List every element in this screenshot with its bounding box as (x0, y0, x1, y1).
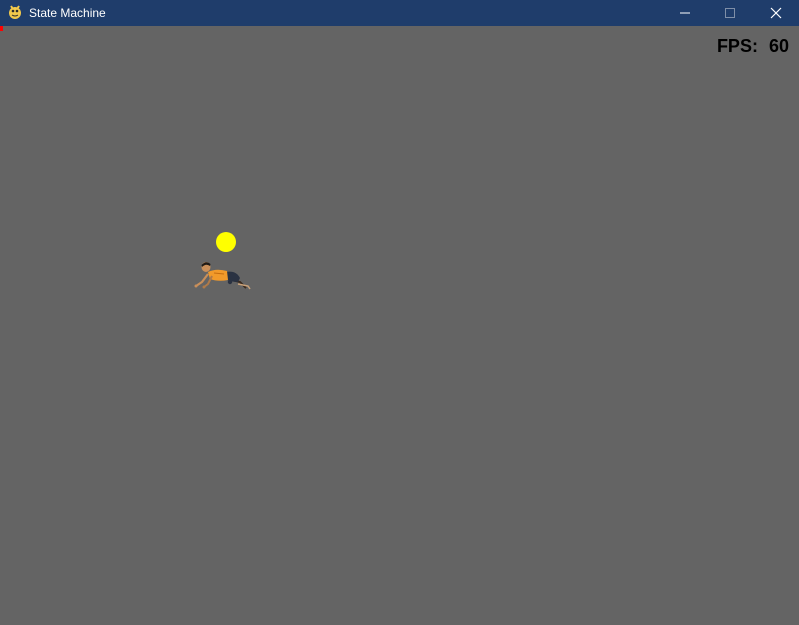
fps-label: FPS: (716, 36, 758, 56)
corner-marker (0, 26, 3, 31)
fps-value: 60 (768, 36, 789, 56)
crawling-player-sprite (194, 262, 251, 290)
close-icon (770, 7, 782, 19)
title-bar[interactable]: State Machine (0, 0, 799, 26)
game-canvas[interactable]: FPS: 60 (0, 26, 799, 625)
minimize-icon (680, 12, 690, 14)
maximize-button[interactable] (707, 0, 753, 26)
pygame-snake-icon (9, 5, 21, 19)
fps-counter: FPS: 60 (717, 35, 789, 57)
game-window: State Machine FPS: 60 (0, 0, 799, 625)
minimize-button[interactable] (662, 0, 708, 26)
maximize-icon (725, 8, 735, 18)
yellow-target-ball (216, 232, 236, 252)
close-button[interactable] (753, 0, 799, 26)
window-title: State Machine (29, 6, 106, 20)
